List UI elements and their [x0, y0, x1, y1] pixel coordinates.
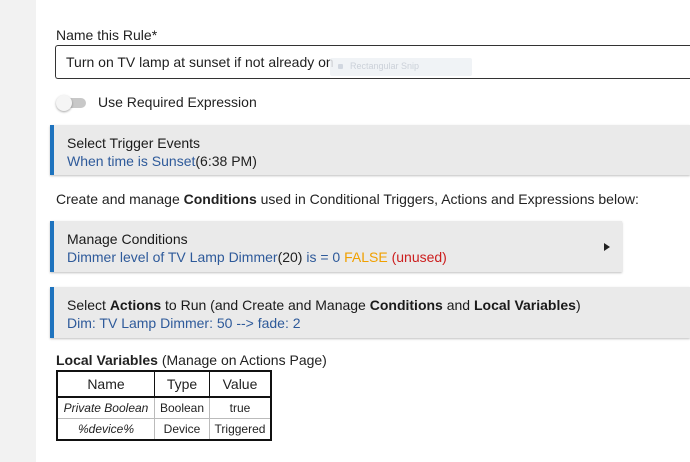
condition-value: (20)	[277, 249, 303, 265]
variable-value-cell: Triggered	[209, 418, 272, 441]
toggle-knob	[56, 95, 72, 111]
left-gutter	[0, 0, 36, 462]
variable-name-cell: Private Boolean	[56, 396, 155, 419]
column-header-name: Name	[56, 370, 155, 398]
condition-note: (unused)	[387, 249, 447, 265]
actions-title-prefix: Select	[67, 297, 110, 313]
table-header-row: Name Type Value	[56, 370, 272, 398]
conditions-helper-text: Create and manage Conditions used in Con…	[56, 191, 639, 207]
condition-detail: Dimmer level of TV Lamp Dimmer(20) is = …	[67, 249, 447, 265]
actions-title-bold-local-variables: Local Variables	[473, 297, 576, 313]
variable-type-cell: Device	[154, 418, 210, 441]
rule-name-label: Name this Rule*	[56, 27, 158, 43]
trigger-card-detail: When time is Sunset(6:38 PM)	[67, 153, 257, 169]
actions-card-detail: Dim: TV Lamp Dimmer: 50 --> fade: 2	[67, 315, 301, 331]
variable-name-cell: %device%	[56, 418, 155, 441]
snip-icon	[338, 64, 343, 69]
variable-value-cell: true	[209, 396, 272, 419]
condition-op: is = 0	[302, 249, 345, 265]
trigger-detail-time: (6:38 PM)	[195, 153, 257, 169]
rule-name-value: Turn on TV lamp at sunset if not already…	[66, 54, 334, 70]
table-row: %device% Device Triggered	[56, 418, 272, 441]
actions-title-bold-actions: Actions	[109, 297, 162, 313]
helper-suffix: used in Conditional Triggers, Actions an…	[256, 191, 639, 207]
helper-prefix: Create and manage	[56, 191, 184, 207]
actions-title-and: and	[442, 297, 474, 313]
required-expression-toggle[interactable]	[56, 95, 88, 111]
expand-arrow-icon[interactable]	[604, 243, 610, 251]
required-expression-label: Use Required Expression	[98, 94, 257, 110]
column-header-type: Type	[154, 370, 210, 398]
local-variables-heading-bold: Local Variables	[56, 352, 158, 368]
actions-title-mid: to Run (and Create and Manage	[161, 297, 370, 313]
condition-state: FALSE	[344, 249, 388, 265]
actions-title-bold-conditions: Conditions	[369, 297, 443, 313]
local-variables-table: Name Type Value Private Boolean Boolean …	[56, 370, 272, 441]
rule-editor-panel: Name this Rule* Turn on TV lamp at sunse…	[36, 0, 690, 462]
local-variables-heading-rest: (Manage on Actions Page)	[157, 352, 327, 368]
variable-type-cell: Boolean	[154, 396, 210, 419]
select-trigger-events-card[interactable]: Select Trigger Events When time is Sunse…	[50, 125, 690, 175]
conditions-card-title: Manage Conditions	[67, 231, 188, 247]
snip-overlay-text: Rectangular Snip	[350, 61, 420, 71]
actions-card-title: Select Actions to Run (and Create and Ma…	[67, 297, 581, 313]
select-actions-card[interactable]: Select Actions to Run (and Create and Ma…	[50, 287, 690, 338]
actions-title-suffix: )	[575, 297, 581, 313]
table-row: Private Boolean Boolean true	[56, 396, 272, 419]
condition-text: Dimmer level of TV Lamp Dimmer	[67, 249, 278, 265]
manage-conditions-card[interactable]: Manage Conditions Dimmer level of TV Lam…	[50, 221, 622, 272]
column-header-value: Value	[209, 370, 272, 398]
helper-bold: Conditions	[183, 191, 257, 207]
snip-overlay: Rectangular Snip	[330, 58, 472, 76]
trigger-detail-link: When time is Sunset	[67, 153, 196, 169]
trigger-card-title: Select Trigger Events	[67, 135, 201, 151]
local-variables-heading: Local Variables (Manage on Actions Page)	[56, 352, 327, 368]
